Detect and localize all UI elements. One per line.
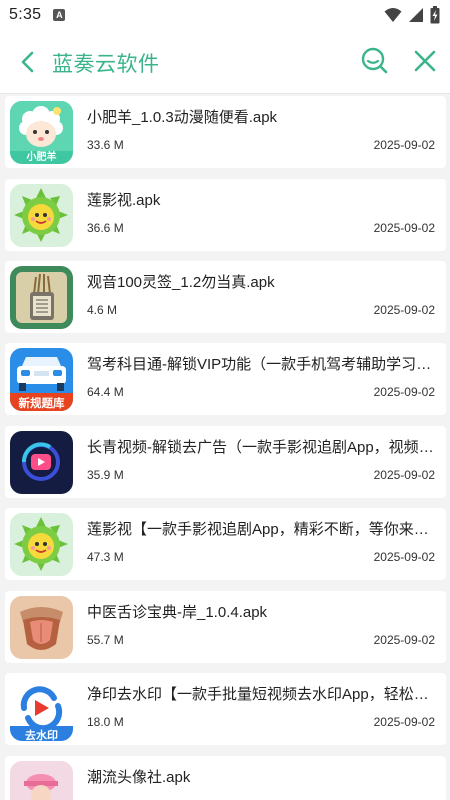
file-name: 观音100灵签_1.2勿当真.apk bbox=[87, 274, 275, 291]
avatar-app-icon bbox=[10, 761, 73, 800]
file-date: 2025-09-02 bbox=[373, 468, 435, 482]
list-item[interactable]: 长青视频-解锁去广告（一款手影视追剧App，视频世界任你畅游 35.9 M 20… bbox=[5, 426, 446, 498]
file-name: 莲影视【一款手影视追剧App，精彩不断，等你来瞧！】 bbox=[87, 521, 437, 538]
list-item[interactable]: 去水印 净印去水印【一款手批量短视频去水印App，轻松去除水印】 18.0 M … bbox=[5, 673, 446, 745]
file-name: 莲影视.apk bbox=[87, 192, 161, 209]
list-item[interactable]: 观音100灵签_1.2勿当真.apk 4.6 M 2025-09-02 bbox=[5, 261, 446, 333]
status-time: 5:35 bbox=[9, 6, 42, 23]
status-bar: 5:35 A bbox=[0, 0, 450, 30]
file-list: 小肥羊 小肥羊_1.0.3动漫随便看.apk 33.6 M 2025-09-02 bbox=[0, 94, 450, 800]
signal-icon bbox=[409, 8, 423, 22]
file-size: 36.6 M bbox=[87, 221, 124, 235]
file-size: 4.6 M bbox=[87, 303, 118, 317]
file-name: 小肥羊_1.0.3动漫随便看.apk bbox=[87, 109, 278, 126]
file-size: 33.6 M bbox=[87, 138, 124, 152]
play-app-icon bbox=[10, 431, 73, 494]
file-date: 2025-09-02 bbox=[373, 550, 435, 564]
car-app-icon: 新规题库 bbox=[10, 348, 73, 411]
list-item[interactable]: 中医舌诊宝典-岸_1.0.4.apk 55.7 M 2025-09-02 bbox=[5, 591, 446, 663]
list-item[interactable]: 莲影视【一款手影视追剧App，精彩不断，等你来瞧！】 47.3 M 2025-0… bbox=[5, 508, 446, 580]
sheep-app-icon: 小肥羊 bbox=[10, 101, 73, 164]
notification-icon: A bbox=[53, 9, 66, 21]
durian-app-icon bbox=[10, 184, 73, 247]
app-icon-label: 小肥羊 bbox=[26, 152, 57, 163]
watermark-app-icon: 去水印 bbox=[10, 678, 73, 741]
file-name: 潮流头像社.apk bbox=[87, 769, 191, 786]
file-date: 2025-09-02 bbox=[373, 633, 435, 647]
app-icon-label: 去水印 bbox=[25, 730, 58, 741]
durian-app-icon bbox=[10, 513, 73, 576]
file-date: 2025-09-02 bbox=[373, 138, 435, 152]
file-name: 净印去水印【一款手批量短视频去水印App，轻松去除水印】 bbox=[87, 686, 437, 703]
file-size: 64.4 M bbox=[87, 385, 124, 399]
list-item[interactable]: 小肥羊 小肥羊_1.0.3动漫随便看.apk 33.6 M 2025-09-02 bbox=[5, 96, 446, 168]
file-name: 长青视频-解锁去广告（一款手影视追剧App，视频世界任你畅游 bbox=[87, 439, 437, 456]
file-date: 2025-09-02 bbox=[373, 715, 435, 729]
list-item[interactable]: 潮流头像社.apk bbox=[5, 756, 446, 800]
close-button[interactable] bbox=[411, 47, 439, 75]
file-size: 35.9 M bbox=[87, 468, 124, 482]
file-size: 18.0 M bbox=[87, 715, 124, 729]
file-size: 47.3 M bbox=[87, 550, 124, 564]
file-size: 55.7 M bbox=[87, 633, 124, 647]
app-icon-label: 新规题库 bbox=[18, 398, 65, 410]
tongue-app-icon bbox=[10, 596, 73, 659]
search-button[interactable] bbox=[359, 45, 389, 77]
status-icons bbox=[384, 6, 440, 24]
close-icon bbox=[414, 50, 436, 72]
page-title: 蓝奏云软件 bbox=[52, 53, 160, 76]
list-item[interactable]: 新规题库 驾考科目通-解锁VIP功能（一款手机驾考辅助学习工具 64.4 M 2… bbox=[5, 343, 446, 415]
battery-icon bbox=[430, 6, 440, 24]
file-date: 2025-09-02 bbox=[373, 221, 435, 235]
file-name: 中医舌诊宝典-岸_1.0.4.apk bbox=[87, 604, 268, 621]
list-item[interactable]: 莲影视.apk 36.6 M 2025-09-02 bbox=[5, 179, 446, 251]
file-date: 2025-09-02 bbox=[373, 303, 435, 317]
wifi-icon bbox=[384, 8, 402, 22]
fortune-sticks-app-icon bbox=[10, 266, 73, 329]
app-bar: 蓝奏云软件 bbox=[0, 30, 450, 94]
back-button[interactable] bbox=[14, 48, 42, 76]
chevron-left-icon bbox=[21, 51, 34, 73]
file-name: 驾考科目通-解锁VIP功能（一款手机驾考辅助学习工具 bbox=[87, 356, 437, 373]
search-icon bbox=[361, 47, 388, 74]
file-date: 2025-09-02 bbox=[373, 385, 435, 399]
